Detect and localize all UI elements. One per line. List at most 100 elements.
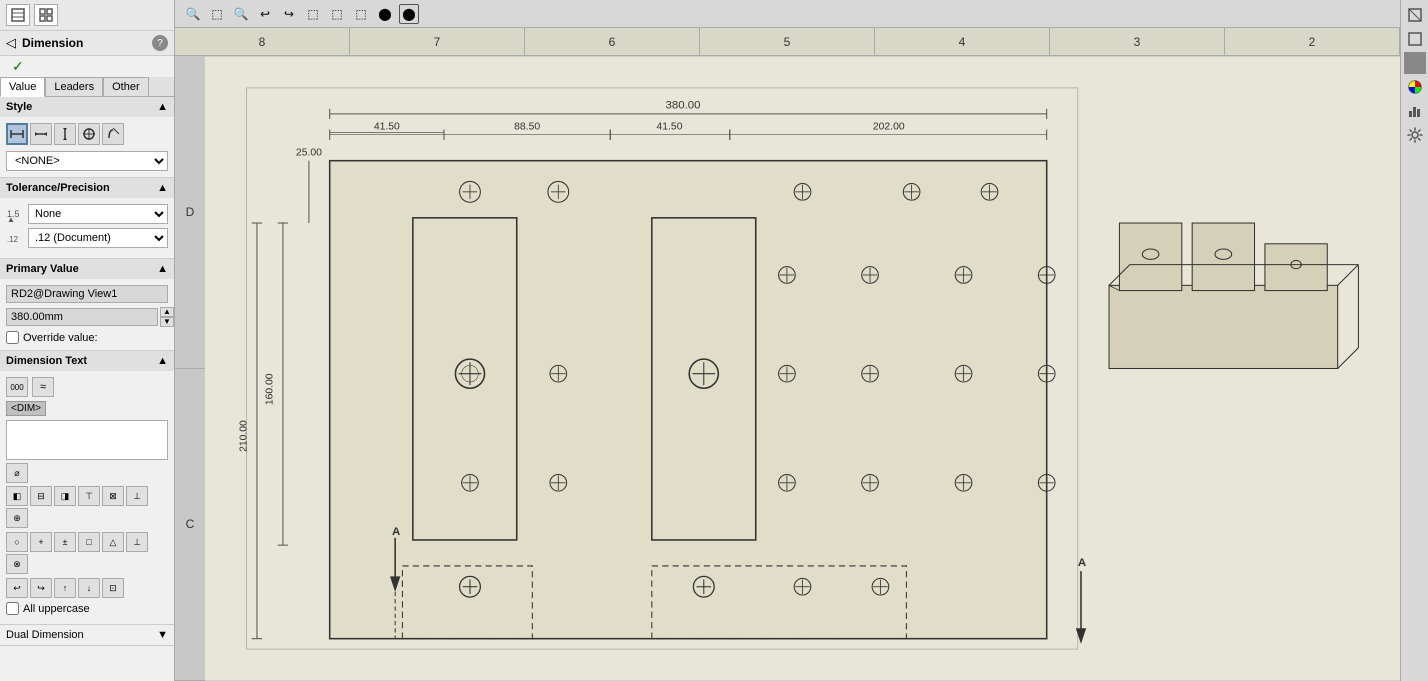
style-section-header[interactable]: Style ▲	[0, 97, 174, 117]
svg-text:160.00: 160.00	[265, 373, 276, 405]
rt-icon-2[interactable]	[1404, 28, 1426, 50]
sym-square-btn[interactable]: □	[78, 532, 100, 552]
svg-text:A: A	[392, 526, 400, 538]
tolerance-section-header[interactable]: Tolerance/Precision ▲	[0, 178, 174, 198]
tol-type-dropdown[interactable]: None	[28, 204, 168, 224]
panel-help-icon[interactable]: ?	[152, 35, 168, 51]
align-middle-btn[interactable]: ⊠	[102, 486, 124, 506]
misc-down-btn[interactable]: ↓	[78, 578, 100, 598]
uppercase-checkbox[interactable]	[6, 602, 19, 615]
style-btn-3[interactable]	[54, 123, 76, 145]
left-panel: ◁ Dimension ? ✓ Value Leaders Other Styl…	[0, 0, 175, 681]
style-icons-row	[6, 123, 168, 145]
drawing-area: 8 7 6 5 4 3 2 D C 380.00	[175, 28, 1400, 681]
align-cross-btn[interactable]: ⊕	[6, 508, 28, 528]
toolbar-box-icon[interactable]: ⬚	[207, 4, 227, 24]
dim-sym-btn-1[interactable]: ⌀	[6, 463, 28, 483]
rt-icon-3[interactable]	[1404, 52, 1426, 74]
tol-type-icon: 1.5▲	[6, 205, 24, 223]
misc-left-btn[interactable]: ↩	[6, 578, 28, 598]
primary-value-section: Primary Value ▲ ▲ ▼ Override value:	[0, 259, 174, 351]
sym-circle-x-btn[interactable]: ⊗	[6, 554, 28, 574]
align-center-btn[interactable]: ⊟	[30, 486, 52, 506]
primary-value-source-input[interactable]	[6, 285, 168, 303]
sym-perp-btn[interactable]: ⊥	[126, 532, 148, 552]
dim-align-icons-row: ◧ ⊟ ◨ ⊤ ⊠ ⊥ ⊕	[6, 486, 168, 528]
panel-back-icon[interactable]: ◁	[6, 35, 16, 51]
dim-text-header[interactable]: Dimension Text ▲	[0, 351, 174, 371]
tab-value[interactable]: Value	[0, 77, 45, 97]
sym-plusminus-btn[interactable]: ±	[54, 532, 76, 552]
row-c: C	[175, 369, 205, 681]
tolerance-collapse-icon: ▲	[157, 182, 168, 194]
svg-text:.12: .12	[7, 235, 19, 244]
spin-down-btn[interactable]: ▼	[160, 317, 174, 327]
sym-circle-btn[interactable]: ○	[6, 532, 28, 552]
panel-icon-1[interactable]	[6, 4, 30, 26]
override-checkbox[interactable]	[6, 331, 19, 344]
engineering-drawing: 380.00 41.50 88.50 41.50	[205, 56, 1400, 681]
spin-up-btn[interactable]: ▲	[160, 307, 174, 317]
tabs-row: Value Leaders Other	[0, 77, 174, 97]
override-row: Override value:	[6, 331, 168, 344]
tab-leaders[interactable]: Leaders	[45, 77, 103, 96]
col-3: 3	[1050, 28, 1225, 55]
rt-icon-chart[interactable]	[1404, 100, 1426, 122]
style-section-content: <NONE>	[0, 117, 174, 177]
align-left-btn[interactable]: ◧	[6, 486, 28, 506]
dual-dim-header[interactable]: Dual Dimension ▼	[0, 625, 174, 645]
style-btn-5[interactable]	[102, 123, 124, 145]
align-bottom-btn[interactable]: ⊥	[126, 486, 148, 506]
drawing-content: 380.00 41.50 88.50 41.50	[205, 56, 1400, 681]
sym-plus-btn[interactable]: +	[30, 532, 52, 552]
style-dropdown[interactable]: <NONE>	[6, 151, 168, 171]
precision-dropdown[interactable]: .12 (Document)	[28, 228, 168, 248]
dim-format-btn-1[interactable]: 000	[6, 377, 28, 397]
primary-value-num-row: ▲ ▼	[6, 307, 168, 327]
style-btn-4[interactable]	[78, 123, 100, 145]
toolbar-zoom-icon[interactable]: 🔍	[231, 4, 251, 24]
rt-icon-gear[interactable]	[1404, 124, 1426, 146]
toolbar-view2-icon[interactable]: ⬚	[327, 4, 347, 24]
misc-box-btn[interactable]: ⊡	[102, 578, 124, 598]
primary-value-content: ▲ ▼ Override value:	[0, 279, 174, 350]
style-btn-1[interactable]	[6, 123, 28, 145]
uppercase-label: All uppercase	[23, 603, 90, 615]
dim-tag: <DIM>	[6, 401, 46, 416]
tol-type-row: 1.5▲ None	[6, 204, 168, 224]
dim-format-btn-2[interactable]: ≈	[32, 377, 54, 397]
right-toolbar	[1400, 0, 1428, 681]
primary-value-header[interactable]: Primary Value ▲	[0, 259, 174, 279]
align-right-btn[interactable]: ◨	[54, 486, 76, 506]
svg-text:380.00: 380.00	[666, 100, 701, 112]
toolbar-dot2-icon[interactable]: ⬤	[399, 4, 419, 24]
toolbar-search-icon[interactable]: 🔍	[183, 4, 203, 24]
misc-right-btn[interactable]: ↪	[30, 578, 52, 598]
main-area: 🔍 ⬚ 🔍 ↩ ↪ ⬚ ⬚ ⬚ ⬤ ⬤ 8 7 6 5 4 3 2 D C	[175, 0, 1400, 681]
svg-text:▲: ▲	[7, 215, 15, 223]
toolbar-view1-icon[interactable]: ⬚	[303, 4, 323, 24]
svg-text:41.50: 41.50	[657, 122, 683, 133]
primary-value-num-input[interactable]	[6, 308, 158, 326]
misc-up-btn[interactable]: ↑	[54, 578, 76, 598]
accept-button[interactable]: ✓	[6, 56, 30, 76]
dim-text-textarea[interactable]	[6, 420, 168, 460]
toolbar-undo-icon[interactable]: ↩	[255, 4, 275, 24]
toolbar-view3-icon[interactable]: ⬚	[351, 4, 371, 24]
panel-title-row: ◁ Dimension ?	[0, 31, 174, 56]
toolbar-redo-icon[interactable]: ↪	[279, 4, 299, 24]
tab-other[interactable]: Other	[103, 77, 149, 96]
svg-text:25.00: 25.00	[296, 147, 322, 158]
rt-icon-color[interactable]	[1404, 76, 1426, 98]
sym-tri-btn[interactable]: △	[102, 532, 124, 552]
primary-value-collapse-icon: ▲	[157, 263, 168, 275]
toolbar-dot1-icon[interactable]: ⬤	[375, 4, 395, 24]
dim-misc-icons-row: ↩ ↪ ↑ ↓ ⊡	[6, 578, 168, 598]
rt-icon-1[interactable]	[1404, 4, 1426, 26]
style-btn-2[interactable]	[30, 123, 52, 145]
svg-text:A: A	[1078, 557, 1086, 569]
row-d: D	[175, 56, 205, 369]
tolerance-section: Tolerance/Precision ▲ 1.5▲ None .12 .12 …	[0, 178, 174, 259]
align-top-btn[interactable]: ⊤	[78, 486, 100, 506]
panel-icon-2[interactable]	[34, 4, 58, 26]
